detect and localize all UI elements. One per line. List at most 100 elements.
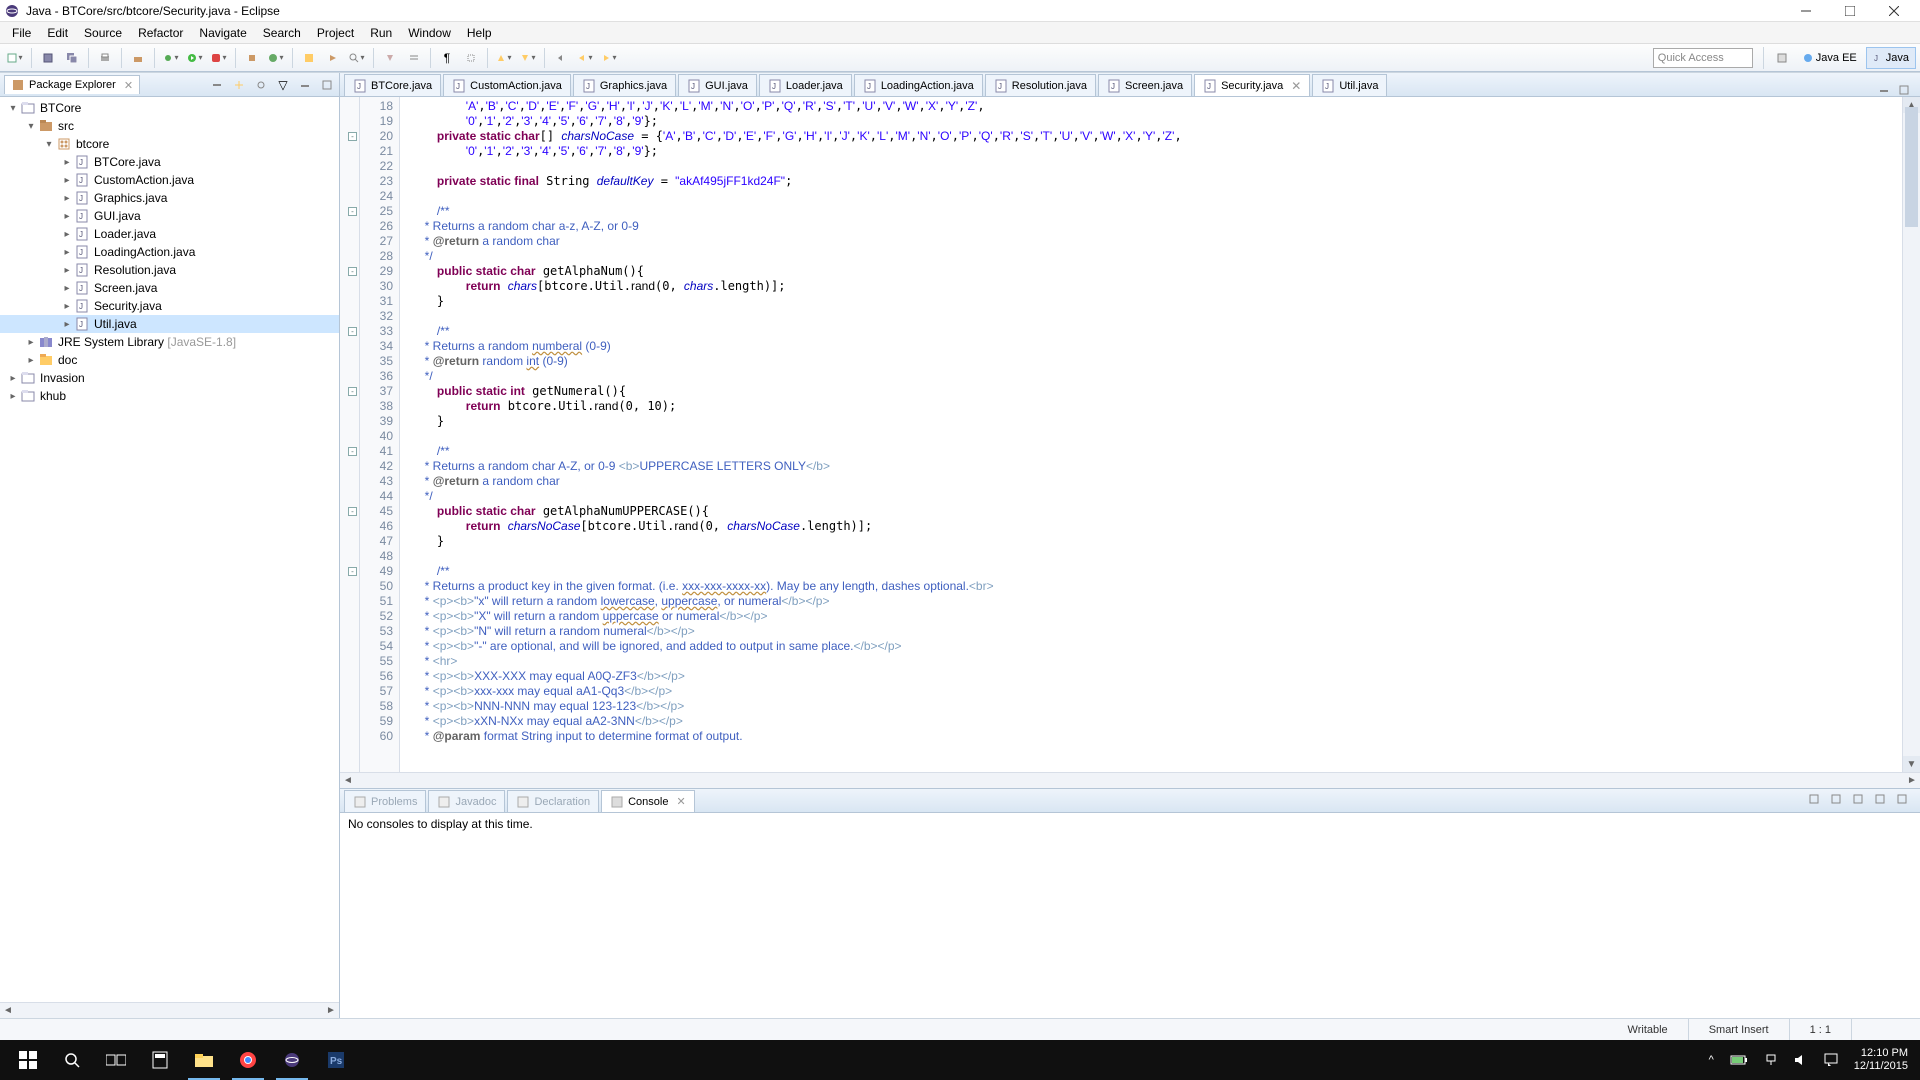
tree-node[interactable]: ▸JBTCore.java [0, 153, 339, 171]
tree-node[interactable]: ▸JUtil.java [0, 315, 339, 333]
task-view-icon[interactable] [94, 1040, 138, 1080]
tree-expand-icon[interactable]: ▸ [60, 193, 74, 204]
editor-tab[interactable]: JScreen.java [1098, 74, 1192, 96]
collapse-all-icon[interactable] [209, 77, 225, 93]
editor-tab[interactable]: JGraphics.java [573, 74, 676, 96]
tree-expand-icon[interactable]: ▾ [24, 121, 38, 132]
tree-node[interactable]: ▸JGraphics.java [0, 189, 339, 207]
tree-expand-icon[interactable]: ▾ [6, 103, 20, 114]
tree-expand-icon[interactable]: ▸ [6, 391, 20, 402]
sidebar-hscroll[interactable]: ◄► [0, 1002, 339, 1018]
build-button[interactable] [127, 47, 149, 69]
search-button[interactable] [346, 47, 368, 69]
tree-node[interactable]: ▸JScreen.java [0, 279, 339, 297]
menu-source[interactable]: Source [76, 24, 130, 42]
back-button[interactable] [574, 47, 596, 69]
forward-button[interactable] [598, 47, 620, 69]
open-task-button[interactable] [322, 47, 344, 69]
tree-expand-icon[interactable]: ▸ [60, 301, 74, 312]
tray-chevron-icon[interactable]: ^ [1709, 1054, 1714, 1066]
save-all-button[interactable] [61, 47, 83, 69]
toggle-mark-button[interactable] [379, 47, 401, 69]
menu-refactor[interactable]: Refactor [130, 24, 191, 42]
tree-expand-icon[interactable]: ▸ [60, 175, 74, 186]
editor-tab[interactable]: JCustomAction.java [443, 74, 571, 96]
focus-icon[interactable] [253, 77, 269, 93]
debug-button[interactable] [160, 47, 182, 69]
taskbar-clock[interactable]: 12:10 PM 12/11/2015 [1854, 1047, 1908, 1073]
menu-search[interactable]: Search [255, 24, 309, 42]
tree-node[interactable]: ▸JLoadingAction.java [0, 243, 339, 261]
open-icon[interactable] [1852, 793, 1868, 809]
fold-toggle-icon[interactable]: - [348, 387, 357, 396]
tree-expand-icon[interactable]: ▸ [60, 157, 74, 168]
bottom-tab-javadoc[interactable]: Javadoc [428, 790, 505, 812]
minimize-view-icon[interactable] [297, 77, 313, 93]
max-icon[interactable] [1896, 793, 1912, 809]
bottom-tab-problems[interactable]: Problems [344, 790, 426, 812]
tree-node[interactable]: ▾BTCore [0, 99, 339, 117]
tree-node[interactable]: ▸JRE System Library [JavaSE-1.8] [0, 333, 339, 351]
editor-code-area[interactable]: 'A','B','C','D','E','F','G','H','I','J',… [400, 97, 1902, 772]
editor-hscroll[interactable]: ◄► [340, 772, 1920, 788]
fold-toggle-icon[interactable]: - [348, 507, 357, 516]
annotation-next-button[interactable] [517, 47, 539, 69]
fold-toggle-icon[interactable]: - [348, 567, 357, 576]
maximize-button[interactable] [1836, 2, 1864, 20]
calculator-taskbar-icon[interactable] [138, 1040, 182, 1080]
menu-window[interactable]: Window [400, 24, 459, 42]
tree-expand-icon[interactable]: ▾ [42, 139, 56, 150]
open-perspective-button[interactable] [1770, 47, 1794, 69]
close-tab-icon[interactable]: ✕ [676, 795, 685, 808]
scroll-down-icon[interactable]: ▼ [1903, 756, 1920, 772]
close-tab-icon[interactable]: ✕ [1291, 79, 1301, 93]
annotation-prev-button[interactable] [493, 47, 515, 69]
open-type-button[interactable] [298, 47, 320, 69]
editor-overview-ruler[interactable]: ▲ ▼ [1902, 97, 1920, 772]
tree-node[interactable]: ▸JSecurity.java [0, 297, 339, 315]
photoshop-taskbar-icon[interactable]: Ps [314, 1040, 358, 1080]
tree-node[interactable]: ▸JGUI.java [0, 207, 339, 225]
new-button[interactable] [4, 47, 26, 69]
tray-action-center-icon[interactable] [1824, 1053, 1838, 1067]
tree-expand-icon[interactable]: ▸ [60, 265, 74, 276]
perspective-java[interactable]: JJava [1866, 47, 1916, 69]
tree-node[interactable]: ▾btcore [0, 135, 339, 153]
bottom-tab-console[interactable]: Console✕ [601, 790, 695, 812]
menu-run[interactable]: Run [362, 24, 400, 42]
menu-navigate[interactable]: Navigate [191, 24, 254, 42]
maximize-editor-icon[interactable] [1898, 84, 1912, 96]
editor-tab[interactable]: JLoadingAction.java [854, 74, 983, 96]
editor-line-numbers[interactable]: 181920-2122232425-26272829-30313233-3435… [360, 97, 400, 772]
fold-toggle-icon[interactable]: - [348, 327, 357, 336]
fold-toggle-icon[interactable]: - [348, 207, 357, 216]
toggle-wrap-button[interactable] [403, 47, 425, 69]
editor-tab[interactable]: JResolution.java [985, 74, 1096, 96]
tree-node[interactable]: ▸JCustomAction.java [0, 171, 339, 189]
minimize-editor-icon[interactable] [1878, 84, 1892, 96]
link-editor-icon[interactable] [231, 77, 247, 93]
tree-expand-icon[interactable]: ▸ [24, 355, 38, 366]
min-icon[interactable] [1874, 793, 1890, 809]
tree-node[interactable]: ▾src [0, 117, 339, 135]
last-edit-button[interactable] [550, 47, 572, 69]
tree-node[interactable]: ▸JLoader.java [0, 225, 339, 243]
tree-node[interactable]: ▸JResolution.java [0, 261, 339, 279]
editor-marker-ruler[interactable] [340, 97, 360, 772]
menu-project[interactable]: Project [309, 24, 362, 42]
tree-expand-icon[interactable]: ▸ [60, 247, 74, 258]
fold-toggle-icon[interactable]: - [348, 447, 357, 456]
chrome-taskbar-icon[interactable] [226, 1040, 270, 1080]
pin-icon[interactable] [1808, 793, 1824, 809]
display-icon[interactable] [1830, 793, 1846, 809]
editor-tab[interactable]: JBTCore.java [344, 74, 441, 96]
explorer-taskbar-icon[interactable] [182, 1040, 226, 1080]
tray-network-icon[interactable] [1764, 1054, 1778, 1066]
perspective-javaee[interactable]: Java EE [1796, 47, 1864, 69]
menu-file[interactable]: File [4, 24, 39, 42]
tree-expand-icon[interactable]: ▸ [24, 337, 38, 348]
close-button[interactable] [1880, 2, 1908, 20]
run-ext-button[interactable] [208, 47, 230, 69]
search-taskbar-icon[interactable] [50, 1040, 94, 1080]
tree-node[interactable]: ▸khub [0, 387, 339, 405]
